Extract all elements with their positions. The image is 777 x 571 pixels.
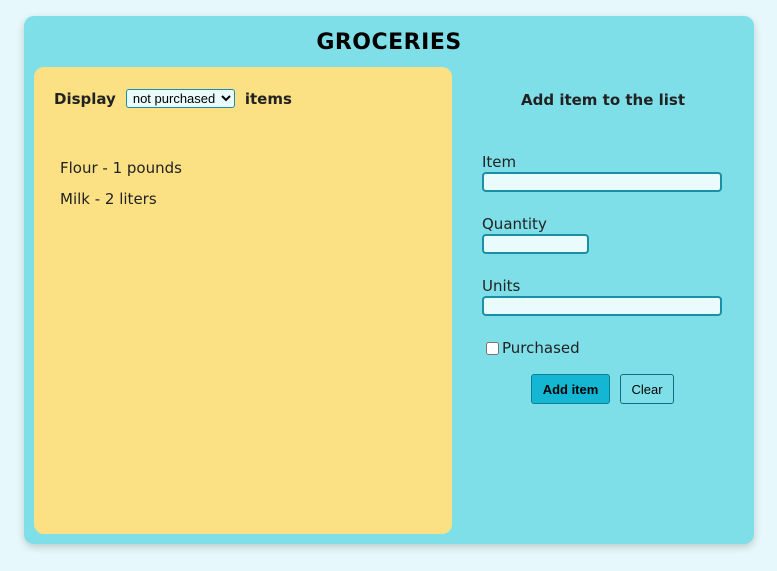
display-filter-select[interactable]: not purchased — [125, 89, 235, 108]
app-title: GROCERIES — [316, 30, 462, 55]
list-item: Flour - 1 pounds — [60, 159, 182, 177]
display-filter-row: Display not purchased items — [54, 89, 292, 108]
items-label: items — [244, 89, 292, 108]
grocery-list-panel: Display not purchased items Flour - 1 po… — [34, 67, 452, 534]
item-input[interactable] — [482, 172, 722, 192]
purchased-row: Purchased — [486, 339, 580, 357]
quantity-label: Quantity — [482, 215, 547, 233]
item-label: Item — [482, 153, 517, 171]
purchased-label: Purchased — [502, 339, 580, 357]
list-item: Milk - 2 liters — [60, 190, 157, 208]
units-label: Units — [482, 277, 521, 295]
form-heading: Add item to the list — [521, 91, 685, 109]
grocery-app: GROCERIES Display not purchased items Fl… — [24, 16, 754, 544]
purchased-checkbox[interactable] — [486, 341, 499, 355]
quantity-input[interactable] — [482, 234, 589, 254]
clear-button[interactable]: Clear — [620, 374, 674, 404]
display-label: Display — [54, 89, 116, 108]
units-input[interactable] — [482, 296, 722, 316]
add-item-form: Add item to the list Item Quantity Units… — [470, 67, 736, 534]
add-item-button[interactable]: Add item — [531, 374, 610, 404]
grocery-items-list: Flour - 1 pounds Milk - 2 liters — [60, 157, 182, 219]
